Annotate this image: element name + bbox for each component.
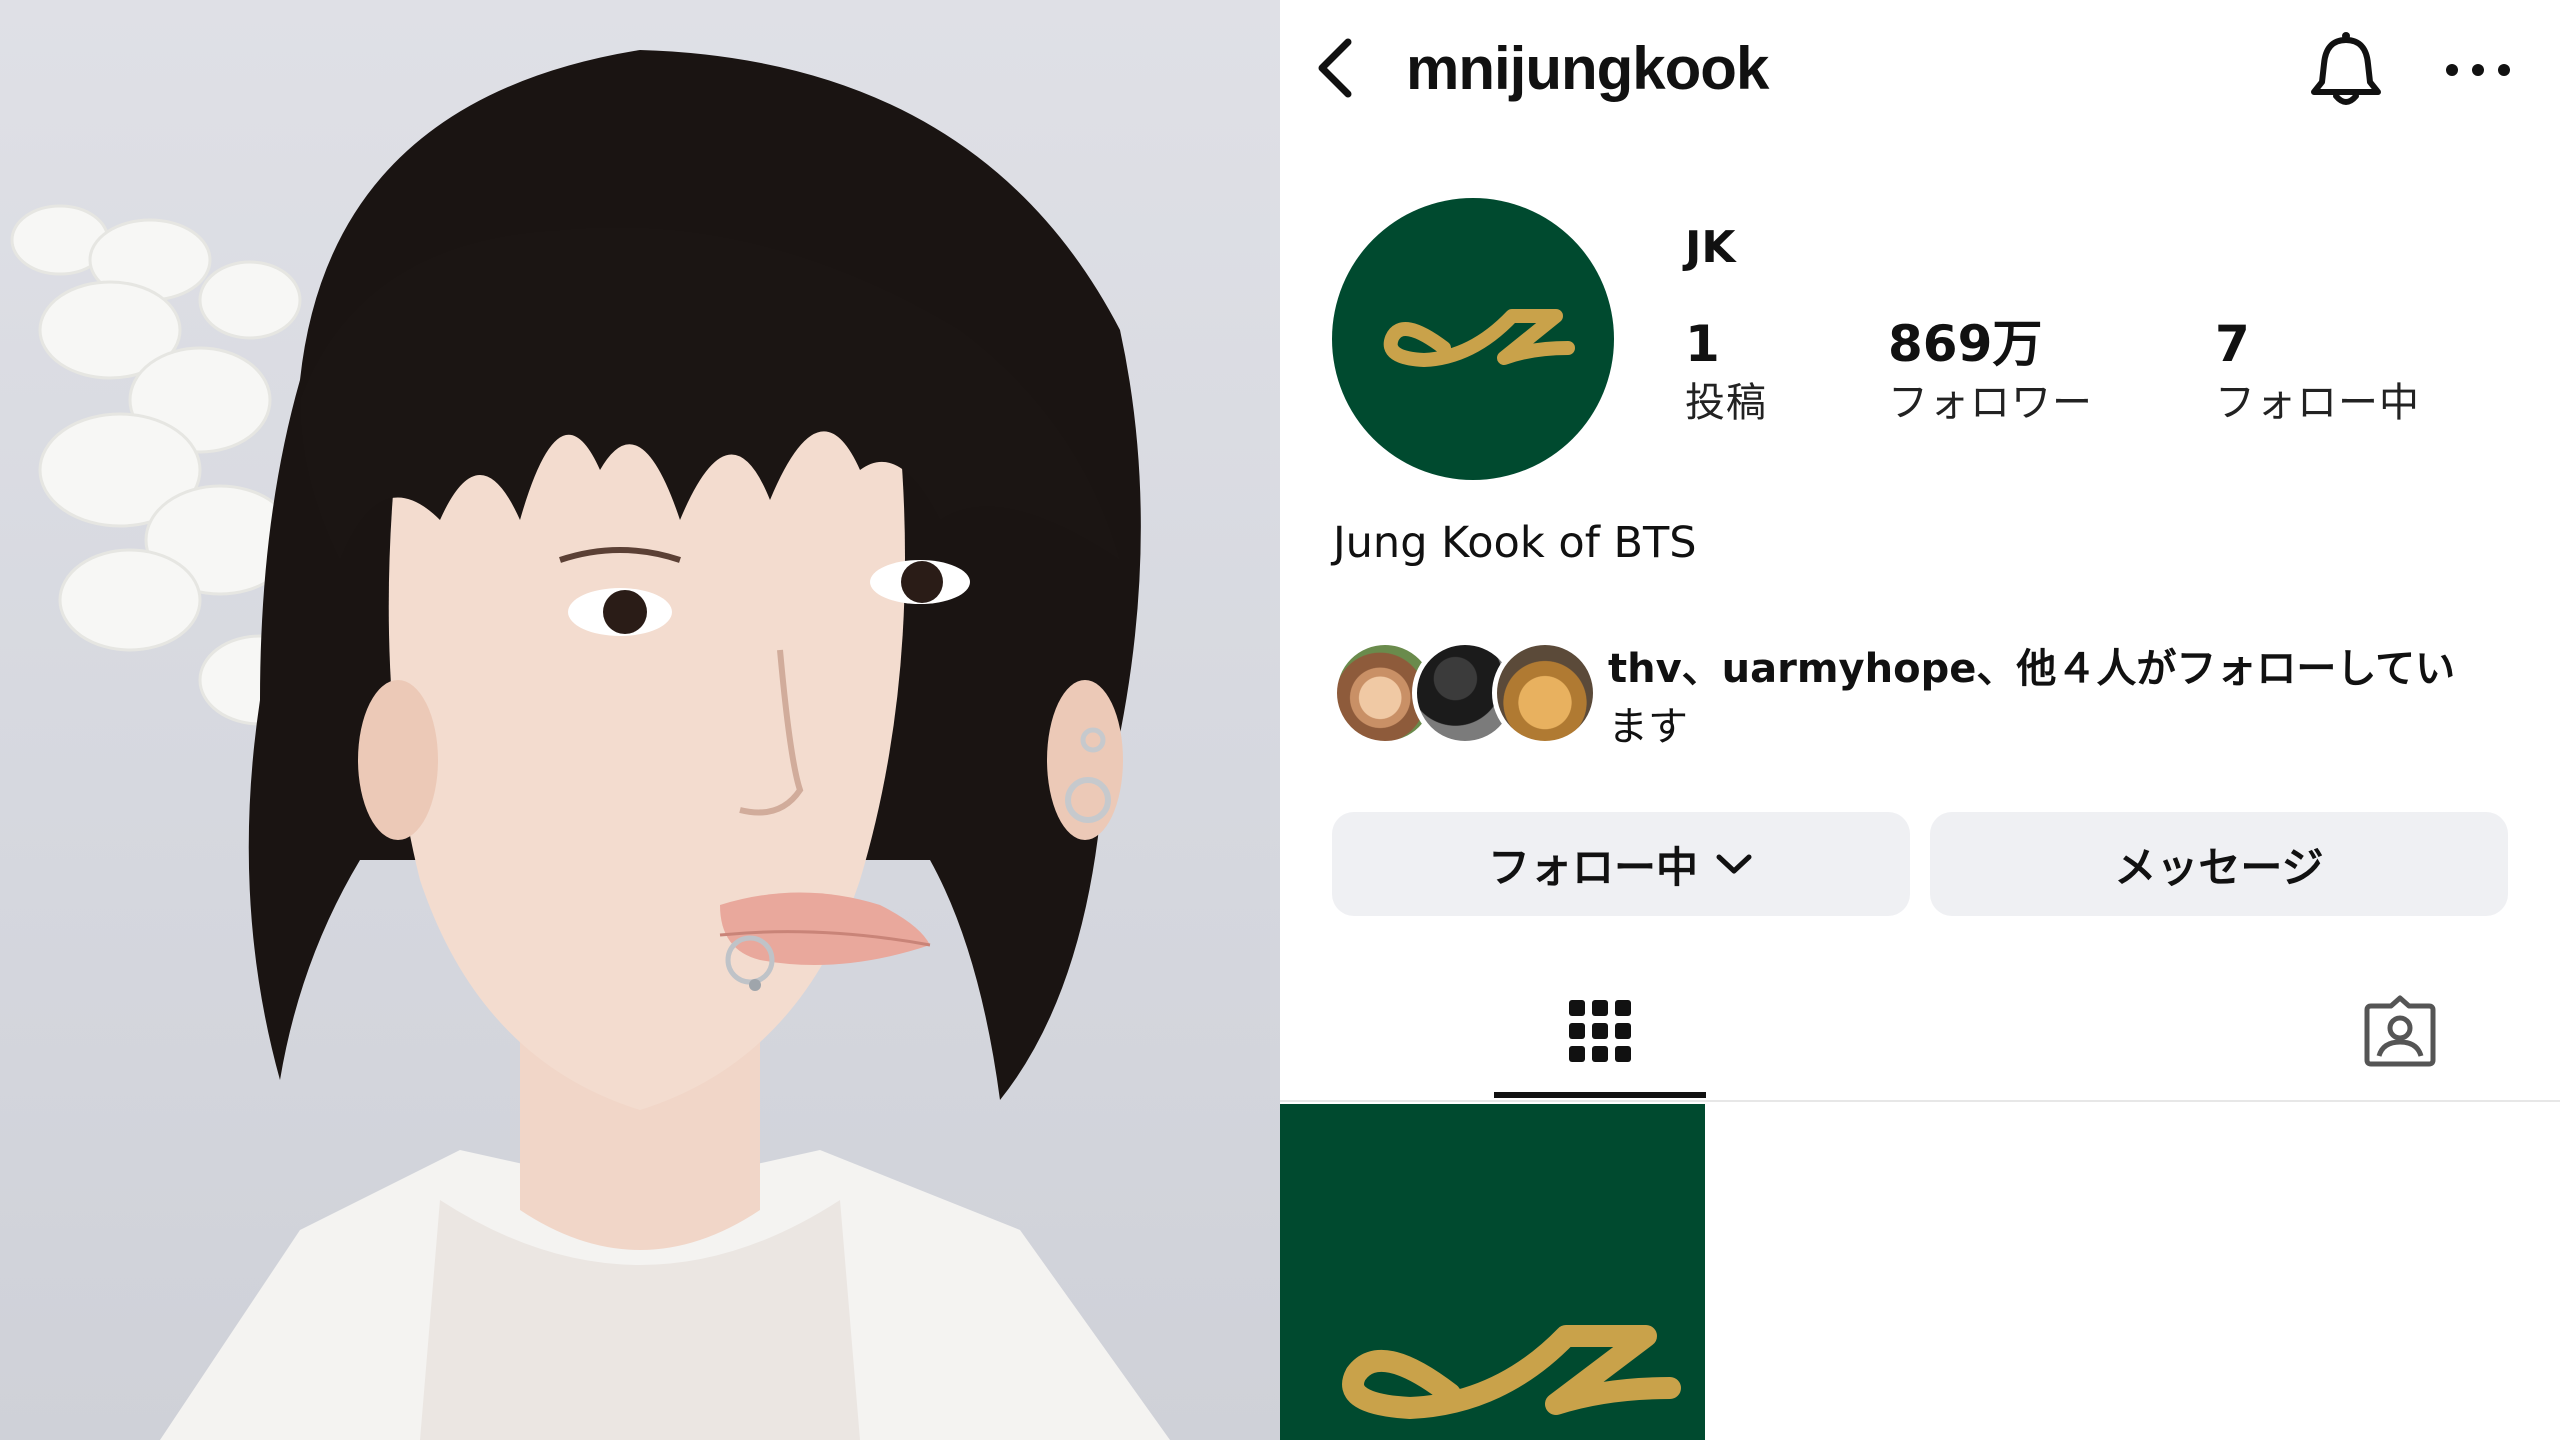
following-count: 7 <box>2215 315 2250 373</box>
jk-logo-icon <box>1383 309 1575 367</box>
profile-tabs <box>1280 960 2560 1102</box>
mutual-followers[interactable]: thv、uarmyhope、他４人がフォローしてい ます <box>1332 640 2532 750</box>
profile-bio: Jung Kook of BTS <box>1333 518 1697 568</box>
active-tab-indicator <box>1494 1092 1706 1098</box>
following-stat[interactable]: 7 フォロー中 <box>2215 312 2420 430</box>
mutual-followers-text: thv、uarmyhope、他４人がフォローしてい ます <box>1608 640 2538 756</box>
jk-logo-icon <box>1342 1325 1681 1419</box>
mutual-names: thv、uarmyhope、 <box>1608 646 2017 692</box>
more-horizontal-icon[interactable] <box>2440 50 2516 90</box>
tab-posts-grid[interactable] <box>1494 960 1706 1102</box>
profile-avatar[interactable] <box>1332 198 1614 480</box>
chevron-left-icon[interactable] <box>1310 36 1360 100</box>
following-label: フォロー中 <box>2215 380 2420 426</box>
mutual-rest-line1: 他４人がフォローしてい <box>2016 646 2456 692</box>
post-thumbnail[interactable] <box>1280 1104 1705 1440</box>
chevron-down-icon <box>1716 854 1752 874</box>
posts-stat[interactable]: 1 投稿 <box>1685 312 1767 430</box>
profile-photo <box>0 0 1280 1440</box>
followers-label: フォロワー <box>1888 380 2093 426</box>
mutual-rest-line2: ます <box>1608 704 1688 750</box>
tab-tagged[interactable] <box>2302 960 2498 1102</box>
posts-label: 投稿 <box>1685 380 1767 426</box>
profile-username: mnijungkook <box>1406 35 1769 102</box>
mutual-avatar <box>1492 640 1598 746</box>
top-bar: mnijungkook <box>1280 0 2560 140</box>
bell-icon[interactable] <box>2308 30 2384 110</box>
following-button-label: フォロー中 <box>1487 842 1698 892</box>
message-button[interactable]: メッセージ <box>1930 812 2508 916</box>
display-name: JK <box>1685 222 1736 273</box>
portrait-illustration <box>10 50 1170 1440</box>
grid-icon <box>1569 1000 1631 1062</box>
followers-count: 869万 <box>1888 315 2043 373</box>
posts-count: 1 <box>1685 315 1720 373</box>
followers-stat[interactable]: 869万 フォロワー <box>1888 312 2093 430</box>
following-button[interactable]: フォロー中 <box>1332 812 1910 916</box>
instagram-profile: mnijungkook JK 1 投稿 869万 フォロワー 7 フォロー中 J… <box>1280 0 2560 1440</box>
tagged-person-icon <box>2364 995 2436 1067</box>
message-button-label: メッセージ <box>2114 842 2324 892</box>
